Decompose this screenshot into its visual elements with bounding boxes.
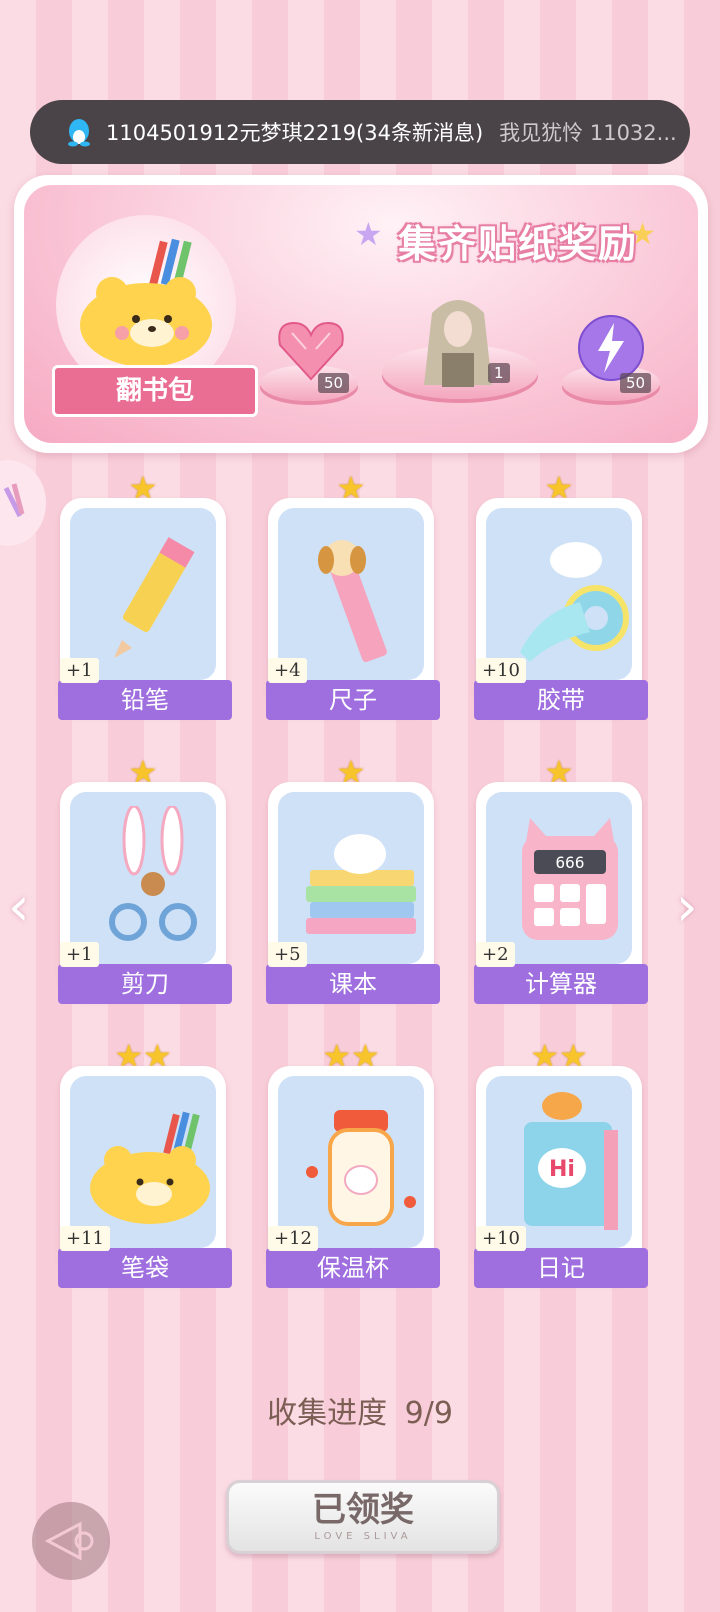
sticker-card-ruler[interactable]: ★ 尺子 +4 bbox=[264, 470, 440, 720]
pink-heart-gem-icon bbox=[278, 321, 344, 381]
reward-count: 50 bbox=[318, 373, 350, 393]
pencil-icon bbox=[114, 537, 195, 658]
progress-label: 收集进度 bbox=[267, 1396, 388, 1431]
sticker-name: 计算器 bbox=[474, 964, 648, 1004]
claim-subtext: LOVE SLIVA bbox=[314, 1531, 412, 1542]
sticker-name: 日记 bbox=[474, 1248, 648, 1288]
reward-count: 50 bbox=[620, 373, 652, 393]
sticker-card-diary[interactable]: ★★ Hi 日记 +10 bbox=[472, 1038, 648, 1288]
sticker-name: 剪刀 bbox=[58, 964, 232, 1004]
sticker-name: 尺子 bbox=[266, 680, 440, 720]
sticker-name: 保温杯 bbox=[266, 1248, 440, 1288]
reward-banner: ★ 集齐贴纸奖励 ★ 翻书包 50 1 50 bbox=[14, 175, 708, 453]
sticker-count: +10 bbox=[476, 658, 526, 683]
claimed-reward-button[interactable]: 已领奖 LOVE SLIVA bbox=[226, 1480, 500, 1554]
ruler-icon bbox=[318, 540, 387, 662]
notification-preview: 我见犹怜 11032... bbox=[499, 121, 677, 145]
side-menu-tab[interactable] bbox=[0, 460, 46, 546]
scissors-icon bbox=[109, 806, 197, 941]
next-page-arrow[interactable]: › bbox=[676, 880, 698, 934]
bear-pencil-case-icon bbox=[90, 1111, 210, 1224]
thermos-icon bbox=[306, 1110, 416, 1226]
sticker-name: 笔袋 bbox=[58, 1248, 232, 1288]
banner-title: 集齐贴纸奖励 bbox=[397, 222, 638, 266]
progress-value: 9/9 bbox=[404, 1396, 453, 1431]
calculator-icon: 666 bbox=[522, 818, 618, 940]
star-icon: ★ bbox=[629, 217, 656, 252]
sticker-card-thermos[interactable]: ★★ 保温杯 +12 bbox=[264, 1038, 440, 1288]
fan-icon bbox=[3, 483, 25, 518]
sticker-count: +10 bbox=[476, 1226, 526, 1251]
reward-count: 1 bbox=[488, 363, 510, 383]
collection-progress: 收集进度 9/9 bbox=[0, 1388, 720, 1432]
sticker-count: +5 bbox=[268, 942, 307, 967]
previous-page-arrow[interactable]: ‹ bbox=[8, 880, 30, 934]
sticker-card-textbook[interactable]: ★ 课本 +5 bbox=[264, 754, 440, 1004]
sticker-count: +11 bbox=[60, 1226, 110, 1251]
sticker-count: +4 bbox=[268, 658, 307, 683]
sticker-card-tape[interactable]: ★ 胶带 +10 bbox=[472, 470, 648, 720]
sticker-card-scissors[interactable]: ★ 剪刀 +1 bbox=[56, 754, 232, 1004]
diary-text: Hi bbox=[549, 1157, 575, 1182]
back-button[interactable] bbox=[32, 1502, 110, 1580]
calculator-display: 666 bbox=[556, 853, 585, 872]
notification-banner[interactable]: 1104501912元梦琪2219(34条新消息) 我见犹怜 11032... bbox=[30, 100, 690, 164]
star-icon: ★ bbox=[354, 215, 383, 253]
sticker-name: 课本 bbox=[266, 964, 440, 1004]
sticker-card-pencil-case[interactable]: ★★ 笔袋 +11 bbox=[56, 1038, 232, 1288]
sticker-card-calculator[interactable]: ★ 666 计算器 +2 bbox=[472, 754, 648, 1004]
qq-penguin-icon bbox=[68, 119, 90, 147]
claim-label: 已领奖 bbox=[312, 1490, 414, 1530]
books-icon bbox=[306, 834, 416, 934]
sticker-count: +1 bbox=[60, 942, 99, 967]
sticker-card-pencil[interactable]: ★ 铅笔 +1 bbox=[56, 470, 232, 720]
notification-sender: 1104501912元梦琪2219(34条新消息) bbox=[106, 121, 484, 145]
tape-icon bbox=[520, 542, 629, 662]
sticker-count: +12 bbox=[268, 1226, 318, 1251]
sticker-name: 胶带 bbox=[474, 680, 648, 720]
back-arrow-icon bbox=[44, 1521, 94, 1561]
pencil-case-label: 翻书包 bbox=[52, 365, 258, 417]
sticker-name: 铅笔 bbox=[58, 680, 232, 720]
sticker-count: +2 bbox=[476, 942, 515, 967]
diary-icon: Hi bbox=[524, 1092, 618, 1230]
sticker-count: +1 bbox=[60, 658, 99, 683]
